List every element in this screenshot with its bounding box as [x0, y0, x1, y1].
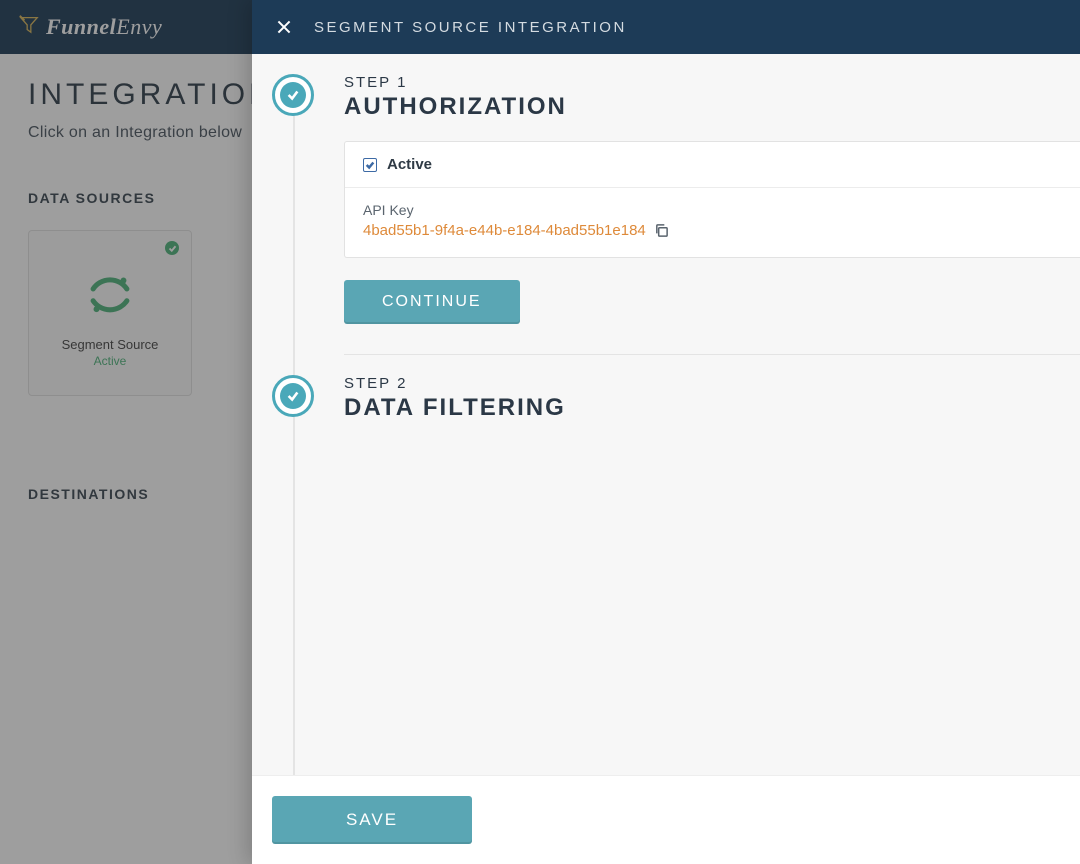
logo-mark-icon: [18, 13, 40, 41]
step-1-title: AUTHORIZATION: [344, 93, 1080, 121]
step-2-indicator: [272, 375, 314, 417]
panel-title: SEGMENT SOURCE INTEGRATION: [314, 19, 627, 36]
api-key-value: 4bad55b1-9f4a-e44b-e184-4bad55b1e184: [363, 222, 646, 239]
copy-icon[interactable]: [654, 223, 669, 238]
status-badge-icon: [165, 241, 179, 255]
integration-card-status: Active: [94, 354, 127, 368]
save-button[interactable]: SAVE: [272, 796, 472, 844]
step-1-indicator: [272, 74, 314, 116]
active-row: Active: [345, 142, 1080, 188]
segment-icon: [83, 267, 137, 321]
continue-button[interactable]: CONTINUE: [344, 280, 520, 324]
active-checkbox-label: Active: [387, 156, 432, 173]
brand-logo[interactable]: FunnelEnvy: [18, 13, 162, 41]
integration-card-segment-source[interactable]: Segment Source Active: [28, 230, 192, 396]
active-checkbox[interactable]: [363, 158, 377, 172]
step-1-label: STEP 1: [344, 74, 1080, 91]
api-key-row: API Key 4bad55b1-9f4a-e44b-e184-4bad55b1…: [345, 188, 1080, 257]
panel-footer: SAVE: [252, 775, 1080, 864]
step-2-title: DATA FILTERING: [344, 394, 1080, 422]
step-data-filtering: STEP 2 DATA FILTERING: [272, 355, 1080, 422]
close-button[interactable]: [274, 17, 294, 37]
authorization-box: Active API Key 4bad55b1-9f4a-e44b-e184-4…: [344, 141, 1080, 258]
panel-body: STEP 1 AUTHORIZATION Active API Key 4bad…: [252, 54, 1080, 775]
panel-header: SEGMENT SOURCE INTEGRATION: [252, 0, 1080, 54]
step-2-label: STEP 2: [344, 375, 1080, 392]
brand-name: FunnelEnvy: [46, 14, 162, 40]
api-key-label: API Key: [363, 202, 1062, 218]
integration-card-name: Segment Source: [62, 337, 159, 352]
integration-panel: SEGMENT SOURCE INTEGRATION STEP 1 AUTHOR…: [252, 0, 1080, 864]
step-authorization: STEP 1 AUTHORIZATION Active API Key 4bad…: [272, 54, 1080, 355]
